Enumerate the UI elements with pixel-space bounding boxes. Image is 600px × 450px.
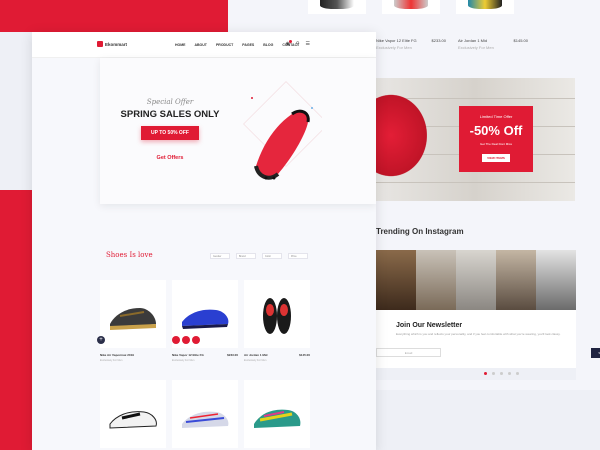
back-product-name: Nike Vapor 12 Elite FG	[376, 38, 417, 43]
menu-item-pages[interactable]: PAGES	[242, 43, 254, 47]
product-card[interactable]	[244, 380, 310, 450]
shoe-image	[254, 409, 301, 428]
instagram-title: Trending On Instagram	[376, 227, 464, 236]
product-name: Nike Vapor 12 Elite FG	[172, 353, 204, 357]
filter-gender[interactable]: Gender	[210, 253, 230, 259]
back-product-price: $233.00	[431, 38, 446, 43]
offer-note: Get The Deal Dont Miss	[480, 142, 512, 146]
filter-price[interactable]: Price	[288, 253, 308, 259]
cart-icon[interactable]: ◉	[285, 40, 293, 47]
product-image[interactable]	[244, 380, 310, 448]
nav-icons: ◉ ⚲ ☰	[285, 40, 310, 47]
compare-icon[interactable]	[182, 336, 190, 344]
newsletter-email-input[interactable]: Email	[376, 348, 441, 357]
menu-item-home[interactable]: HOME	[175, 43, 186, 47]
hero-shoe-image	[243, 81, 322, 180]
get-offers-link[interactable]: Get Offers	[120, 155, 220, 161]
social-icon[interactable]	[508, 372, 511, 375]
social-icon[interactable]	[484, 372, 487, 375]
product-image[interactable]	[172, 380, 238, 448]
view-items-button[interactable]: VIEW ITEMS	[482, 154, 510, 162]
hero-banner: Special Offer SPRING SALES ONLY UP TO 50…	[100, 58, 376, 204]
shoe-image	[182, 411, 229, 428]
menu-item-about[interactable]: ABOUT	[195, 43, 207, 47]
product-card[interactable]: Nike Vapor 12 Elite FG $233.00 Exclusivel…	[172, 280, 238, 362]
section-title: Shoes Is love	[106, 251, 153, 259]
back-footer	[376, 368, 576, 380]
back-product-sub: Exclusively For Men	[376, 45, 412, 50]
back-product-sub: Exclusively For Men	[458, 45, 494, 50]
instagram-photo[interactable]	[496, 250, 536, 310]
shoe-image	[110, 308, 156, 330]
social-icon[interactable]	[516, 372, 519, 375]
back-product-price: $145.00	[513, 38, 528, 43]
back-shoe-card	[382, 0, 440, 14]
product-image[interactable]	[172, 280, 238, 348]
card-actions	[172, 336, 200, 344]
hero-headline: SPRING SALES ONLY	[120, 109, 220, 120]
logo-text: Ekommart	[105, 41, 128, 47]
newsletter-text: Everything which is you and reflects you…	[396, 332, 561, 336]
add-to-cart-button[interactable]: +	[97, 336, 105, 344]
product-price: $145.00	[299, 353, 310, 357]
filter-brand[interactable]: Brand	[236, 253, 256, 259]
background-red-block-top	[0, 0, 228, 32]
instagram-photo[interactable]	[416, 250, 456, 310]
offer-discount: -50% Off	[469, 123, 523, 138]
hero-special-offer: Special Offer	[146, 98, 194, 106]
product-sub: Exclusively For Men	[244, 359, 267, 362]
product-card[interactable]: Air Jordan 1 Mid $145.00 Exclusively For …	[244, 280, 310, 362]
offer-limited-label: Limited Time Offer	[479, 114, 513, 119]
newsletter-title: Join Our Newsletter	[396, 322, 463, 329]
product-name: Air Jordan 1 Mid	[244, 353, 268, 357]
promo-banner: Limited Time Offer -50% Off Get The Deal…	[375, 78, 575, 201]
back-shoe-card	[308, 0, 366, 14]
product-price: $233.00	[227, 353, 238, 357]
top-navigation: Ekommart HOME ABOUT PRODUCT PAGES BLOG C…	[32, 32, 376, 58]
product-card[interactable]	[100, 380, 166, 450]
front-page-preview: Ekommart HOME ABOUT PRODUCT PAGES BLOG C…	[32, 32, 376, 450]
menu-icon[interactable]: ☰	[306, 41, 310, 47]
product-image[interactable]: +	[97, 280, 166, 348]
instagram-photo[interactable]	[376, 250, 416, 310]
product-image[interactable]	[244, 280, 310, 348]
product-grid: + Nike Air Vapormax 2019 Exclusively For…	[97, 280, 310, 450]
logo-icon	[97, 41, 103, 47]
menu-item-product[interactable]: PRODUCT	[216, 43, 233, 47]
back-product-name: Air Jordan 1 Mid	[458, 38, 488, 43]
instagram-photo[interactable]	[536, 250, 576, 310]
logo[interactable]: Ekommart	[97, 41, 127, 47]
instagram-photo[interactable]	[456, 250, 496, 310]
main-menu: HOME ABOUT PRODUCT PAGES BLOG CONTACT	[175, 43, 299, 47]
shoe-image	[263, 298, 291, 334]
product-sub: Exclusively For Men	[172, 359, 195, 362]
search-icon[interactable]: ⚲	[296, 41, 300, 47]
menu-item-blog[interactable]: BLOG	[263, 43, 273, 47]
wishlist-icon[interactable]	[172, 336, 180, 344]
newsletter-section: Join Our Newsletter Everything which is …	[376, 310, 600, 368]
offer-box: Limited Time Offer -50% Off Get The Deal…	[459, 106, 533, 172]
back-product: Nike Vapor 12 Elite FG $233.00 Exclusivel…	[376, 38, 446, 50]
product-card[interactable]: + Nike Air Vapormax 2019 Exclusively For…	[97, 280, 166, 362]
back-shoe-card	[456, 0, 514, 14]
product-sub: Exclusively For Men	[100, 359, 123, 362]
product-image[interactable]	[100, 380, 166, 448]
product-card[interactable]	[172, 380, 238, 450]
subscribe-button[interactable]: Subscribe	[591, 348, 600, 358]
banner-shoe-image	[375, 88, 433, 183]
hero-text: Special Offer SPRING SALES ONLY UP TO 50…	[120, 98, 220, 161]
social-icon[interactable]	[492, 372, 495, 375]
shoe-image	[109, 411, 157, 429]
social-icon[interactable]	[500, 372, 503, 375]
product-name: Nike Air Vapormax 2019	[100, 353, 134, 357]
filter-color[interactable]: Color	[262, 253, 282, 259]
instagram-gallery	[376, 250, 576, 310]
back-product-labels: Nike Vapor 12 Elite FG $233.00 Exclusivel…	[376, 38, 528, 50]
back-shoe-row	[308, 0, 514, 14]
back-product: Air Jordan 1 Mid $145.00 Exclusively For …	[458, 38, 528, 50]
hero-cta-button[interactable]: UP TO 50% OFF	[141, 126, 199, 140]
quickview-icon[interactable]	[192, 336, 200, 344]
filter-bar: Gender Brand Color Price	[210, 253, 308, 259]
